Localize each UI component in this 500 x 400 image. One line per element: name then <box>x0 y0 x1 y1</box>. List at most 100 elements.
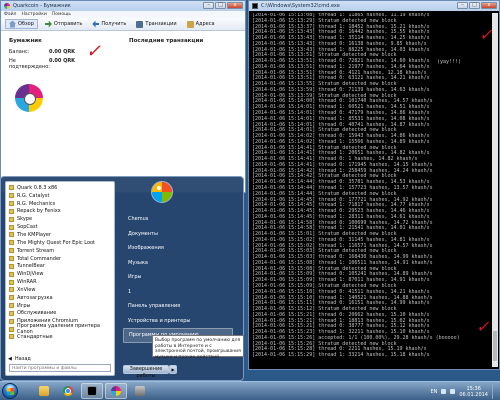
quark-logo <box>15 84 43 112</box>
wallet-titlebar[interactable]: Quarkcoin - Бумажник – □ x <box>1 1 245 11</box>
start-menu-right-item[interactable]: Панель управления <box>123 299 233 314</box>
folder-icon <box>9 326 14 332</box>
program-item[interactable]: Repack by Fenixx <box>6 208 114 216</box>
close-button[interactable]: x <box>227 2 243 9</box>
folder-icon <box>9 193 14 199</box>
folder-icon <box>9 248 14 254</box>
start-menu-programs-pane: Quark 0.8.3 x86 R.G. Catalyst R.G. Mechani… <box>5 181 115 376</box>
start-menu-right-item[interactable]: Устройства и принтеры <box>123 314 233 329</box>
overview-button[interactable]: Обзор <box>5 19 38 29</box>
folder-icon <box>9 310 14 316</box>
folder-icon <box>9 303 14 309</box>
send-button[interactable]: Отправить <box>42 19 85 29</box>
menu-settings[interactable]: Настройки <box>21 12 46 17</box>
transactions-icon <box>136 20 144 28</box>
program-item[interactable]: Программа удаления принтера Canon <box>6 323 114 335</box>
program-item[interactable]: Quark 0.8.3 x86 <box>6 184 114 192</box>
address-book-label: Адреса <box>195 21 215 27</box>
minimize-button[interactable]: – <box>203 2 214 9</box>
back-button[interactable]: ◀ Назад <box>8 356 31 362</box>
start-menu-right-item[interactable]: Документы <box>123 227 233 242</box>
folder-icon <box>9 334 14 340</box>
start-menu-right-item[interactable]: Музыка <box>123 256 233 271</box>
program-item[interactable]: Обслуживание <box>6 310 114 318</box>
folder-icon <box>9 271 14 277</box>
cmd-maximize-button[interactable]: □ <box>469 2 480 9</box>
menu-file[interactable]: Файл <box>4 12 16 17</box>
cmd-minimize-button[interactable]: – <box>457 2 468 9</box>
back-label: Назад <box>14 356 31 362</box>
scrollbar-thumb[interactable] <box>493 331 497 361</box>
program-item[interactable]: R.G. Catalyst <box>6 192 114 200</box>
menu-help[interactable]: Помощь <box>52 12 71 17</box>
program-label: SopCast <box>17 224 38 231</box>
balance-label: Баланс: <box>9 49 30 55</box>
quark-app-icon <box>4 3 10 9</box>
chrome-icon <box>63 386 73 396</box>
program-label: Стандартные <box>17 333 53 340</box>
shutdown-options-button[interactable]: ▶ <box>169 365 177 374</box>
taskbar-explorer[interactable] <box>33 383 55 399</box>
address-book-button[interactable]: Адреса <box>184 19 218 29</box>
folder-icon <box>9 216 14 222</box>
start-button[interactable] <box>2 383 18 399</box>
receive-button[interactable]: Получить <box>89 19 129 29</box>
program-item[interactable]: Автозагрузка <box>6 294 114 302</box>
program-item[interactable]: TunnelBear <box>6 262 114 270</box>
taskbar-quark[interactable] <box>105 383 127 399</box>
program-item[interactable]: Skype <box>6 215 114 223</box>
console-output[interactable]: [2014-01-06 15:13:08] thread 1: 11865 ha… <box>252 13 491 367</box>
start-search-box[interactable] <box>9 364 111 372</box>
shutdown-button[interactable]: Завершение работы <box>123 365 169 379</box>
transactions-button[interactable]: Транзакции <box>133 19 179 29</box>
maximize-button[interactable]: □ <box>215 2 226 9</box>
cmd-scrollbar[interactable] <box>492 13 498 367</box>
cmd-window: C:\Windows\System32\cmd.exe – □ x [2014-… <box>248 0 500 370</box>
program-item[interactable]: Torrent Stream <box>6 247 114 255</box>
start-menu-right-item[interactable]: 1 <box>123 285 233 300</box>
network-icon[interactable] <box>441 389 447 394</box>
program-item[interactable]: Игры <box>6 302 114 310</box>
language-indicator[interactable]: EN <box>430 389 437 395</box>
start-menu-right-item[interactable]: Игры <box>123 270 233 285</box>
unconfirmed-row: Не подтверждено: 0.00 QRK <box>9 58 75 70</box>
wallet-overview: Бумажник Последние транзакции Баланс: 0.… <box>1 31 245 180</box>
clock[interactable]: 15:36 06.01.2014 <box>459 386 488 398</box>
receive-arrow-icon <box>92 20 100 28</box>
start-menu-right-item[interactable]: Chemus <box>123 212 233 227</box>
start-menu-right-item[interactable]: Изображения <box>123 241 233 256</box>
folder-icon <box>39 386 49 396</box>
program-item[interactable]: R.G. Mechanics <box>6 200 114 208</box>
tool-icon <box>135 386 145 396</box>
terminal-icon <box>87 386 97 396</box>
program-item[interactable]: The Mighty Quest For Epic Loot <box>6 239 114 247</box>
send-arrow-icon <box>44 20 52 28</box>
program-label: Обслуживание <box>17 310 57 317</box>
program-item[interactable]: WinRAR <box>6 278 114 286</box>
cmd-close-button[interactable]: x <box>481 2 497 9</box>
program-label: Игры <box>17 302 31 309</box>
program-label: Quark 0.8.3 x86 <box>17 184 58 191</box>
taskbar-tool[interactable] <box>129 383 151 399</box>
cmd-icon <box>252 3 258 9</box>
program-item[interactable]: SopCast <box>6 223 114 231</box>
program-label: Автозагрузка <box>17 294 53 301</box>
taskbar-cmd[interactable] <box>81 383 103 399</box>
program-item[interactable]: The KMPlayer <box>6 231 114 239</box>
taskbar-chrome[interactable] <box>57 383 79 399</box>
user-picture-flower <box>151 181 173 203</box>
program-item[interactable]: WinDjView <box>6 270 114 278</box>
receive-label: Получить <box>101 21 127 27</box>
volume-icon[interactable] <box>450 389 456 394</box>
wallet-section-title: Бумажник <box>9 38 42 44</box>
program-label: Torrent Stream <box>17 247 55 254</box>
start-search-input[interactable] <box>12 365 102 372</box>
program-item[interactable]: Total Commander <box>6 255 114 263</box>
red-checkmark-icon: ✓ <box>86 41 102 62</box>
program-item[interactable]: XnView <box>6 286 114 294</box>
program-label: R.G. Mechanics <box>17 200 56 207</box>
show-desktop-button[interactable] <box>492 384 498 399</box>
red-checkmark-icon: ✓ <box>476 317 490 336</box>
cmd-titlebar[interactable]: C:\Windows\System32\cmd.exe – □ x <box>249 1 499 11</box>
program-label: WinDjView <box>17 271 44 278</box>
